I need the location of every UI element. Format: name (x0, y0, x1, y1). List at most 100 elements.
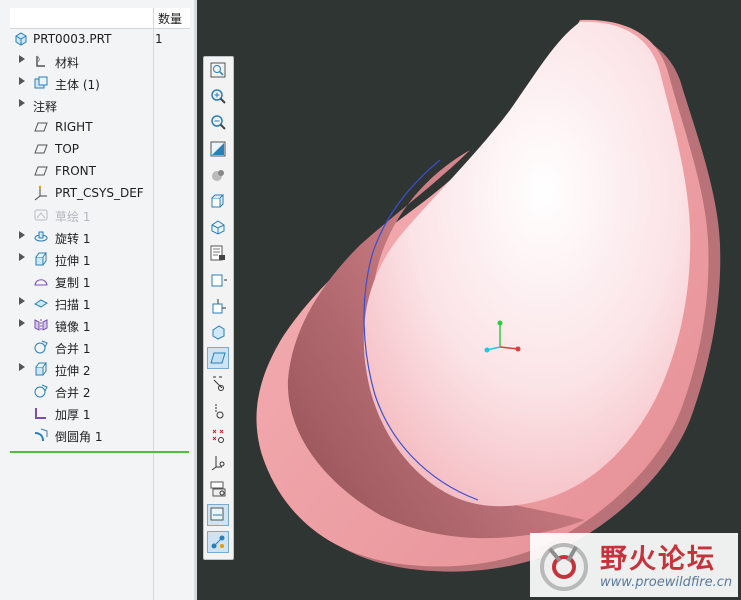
repaint-button[interactable] (207, 138, 229, 160)
body-icon (33, 75, 49, 91)
tree-item-label: 拉伸 1 (55, 254, 91, 268)
point-tag-display-icon (211, 456, 225, 471)
tree-item[interactable]: 材料 (0, 50, 194, 72)
datum-display-filter-button[interactable] (207, 504, 229, 527)
watermark-url: www.proewildfire.cn (600, 575, 733, 590)
tree-item-label: FRONT (55, 164, 96, 178)
merge-icon (33, 383, 49, 399)
material-icon (33, 53, 49, 69)
zoom-out-button[interactable] (207, 111, 229, 133)
datum-plane-icon (33, 163, 49, 179)
forum-logo-icon (540, 543, 588, 591)
tree-item-label: 合并 1 (55, 342, 91, 356)
tree-item[interactable]: PRT0003.PRT 1 (0, 28, 194, 50)
view-manager-button[interactable] (207, 242, 229, 264)
expand-arrow-icon[interactable] (19, 363, 25, 371)
tree-item-label: 复制 1 (55, 276, 91, 290)
tree-item[interactable]: 拉伸 2 (0, 358, 194, 380)
zoom-out-icon (211, 115, 226, 131)
expand-arrow-icon[interactable] (19, 55, 25, 63)
datum-plane-icon (33, 119, 49, 135)
axis-display-icon (213, 376, 224, 392)
tree-item[interactable]: 旋转 1 (0, 226, 194, 248)
expand-arrow-icon[interactable] (19, 77, 25, 85)
annotation-display-button[interactable] (207, 321, 229, 343)
tree-item[interactable]: 注释 (0, 94, 194, 116)
tree-item[interactable]: 倒圆角 1 (0, 424, 194, 446)
tree-item-label: 加厚 1 (55, 408, 91, 422)
tree-item-label: PRT_CSYS_DEF (55, 186, 144, 200)
part-model[interactable] (197, 0, 741, 600)
annotation-display-icon (212, 325, 225, 340)
model-tree-filter-button[interactable] (207, 478, 229, 500)
tree-item[interactable]: TOP (0, 138, 194, 160)
model-tree-filter-icon (210, 481, 226, 497)
csys-display-button[interactable] (207, 426, 229, 448)
merge-icon (33, 339, 49, 355)
appearance-icon (211, 535, 225, 549)
axis-display-button[interactable] (207, 373, 229, 395)
part-icon (13, 31, 29, 47)
revolve-icon (33, 229, 49, 245)
expand-arrow-icon[interactable] (19, 319, 25, 327)
tree-item-label: RIGHT (55, 120, 93, 134)
refit-button[interactable] (207, 59, 229, 81)
tree-item[interactable]: PRT_CSYS_DEF (0, 182, 194, 204)
spin-center-button[interactable] (207, 295, 229, 317)
sweep-icon (33, 295, 49, 311)
datum-display-filter-icon (210, 507, 224, 521)
plane-display-icon (210, 352, 226, 364)
insert-here-marker[interactable] (10, 451, 189, 453)
perspective-button[interactable] (207, 269, 229, 291)
tree-item[interactable]: FRONT (0, 160, 194, 182)
zoom-in-button[interactable] (207, 85, 229, 107)
tree-item-label: 注释 (33, 100, 58, 114)
tree-item[interactable]: 草绘 1 (0, 204, 194, 226)
display-style-icon (211, 194, 225, 208)
tree-item-label: PRT0003.PRT (33, 32, 112, 46)
model-tree[interactable]: 数量 PRT0003.PRT 1 材料 主体 (1) 注释 RIGHT TOP FRONT PR… (0, 0, 194, 600)
repaint-icon (210, 141, 226, 157)
graphics-viewport[interactable] (197, 0, 741, 600)
expand-arrow-icon[interactable] (19, 253, 25, 261)
watermark: 野火论坛 www.proewildfire.cn (530, 533, 738, 597)
expand-arrow-icon[interactable] (19, 231, 25, 239)
refit-icon (210, 62, 226, 78)
render-icon (212, 169, 224, 181)
tree-item[interactable]: 加厚 1 (0, 402, 194, 424)
tree-item-label: 拉伸 2 (55, 364, 91, 378)
csys-display-icon (212, 429, 224, 443)
expand-arrow-icon[interactable] (19, 297, 25, 305)
datum-plane-icon (33, 141, 49, 157)
plane-display-button[interactable] (207, 347, 229, 370)
tree-item-label: 合并 2 (55, 386, 91, 400)
column-header-count[interactable]: 数量 (158, 10, 182, 27)
tree-item[interactable]: RIGHT (0, 116, 194, 138)
mirror-icon (33, 317, 49, 333)
extrude-icon (33, 361, 49, 377)
tree-item[interactable]: 扫描 1 (0, 292, 194, 314)
watermark-title: 野火论坛 (600, 544, 716, 575)
saved-orientations-button[interactable] (207, 216, 229, 238)
tree-item-label: 倒圆角 1 (55, 430, 103, 444)
appearance-button[interactable] (207, 530, 229, 553)
tree-item[interactable]: 镜像 1 (0, 314, 194, 336)
tree-item-label: 扫描 1 (55, 298, 91, 312)
tree-item-label: 镜像 1 (55, 320, 91, 334)
csys-icon (33, 185, 49, 201)
expand-arrow-icon[interactable] (19, 99, 25, 107)
display-style-button[interactable] (207, 190, 229, 212)
tree-item[interactable]: 合并 2 (0, 380, 194, 402)
spin-center-icon (212, 298, 226, 314)
view-manager-icon (210, 245, 225, 261)
tree-item[interactable]: 主体 (1) (0, 72, 194, 94)
point-display-icon (215, 403, 224, 419)
extrude-icon (33, 251, 49, 267)
tree-item[interactable]: 拉伸 1 (0, 248, 194, 270)
point-tag-display-button[interactable] (207, 452, 229, 474)
tree-item[interactable]: 合并 1 (0, 336, 194, 358)
point-display-button[interactable] (207, 400, 229, 422)
tree-item[interactable]: 复制 1 (0, 270, 194, 292)
render-button[interactable] (207, 164, 229, 186)
view-toolbar (203, 56, 234, 560)
